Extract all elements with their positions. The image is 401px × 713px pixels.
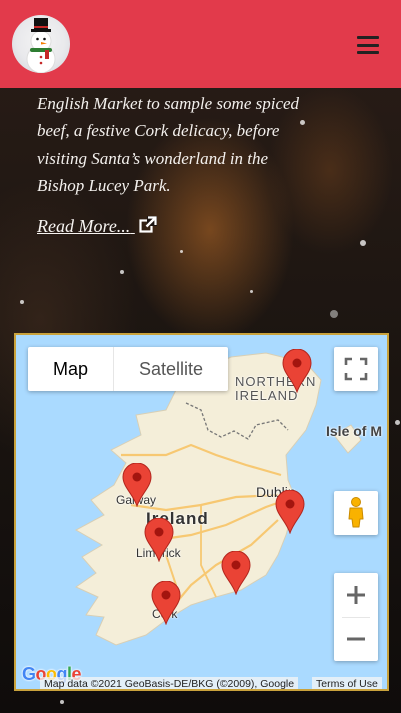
article-intro: English Market to sample some spiced bee…: [37, 90, 367, 199]
hamburger-menu-icon[interactable]: [357, 36, 379, 54]
zoom-in-button[interactable]: [334, 573, 378, 617]
cork-marker[interactable]: [151, 580, 181, 626]
zoom-control: [334, 573, 378, 661]
map-type-satellite-button[interactable]: Satellite: [114, 347, 228, 391]
site-header: [0, 0, 401, 88]
waterford-marker[interactable]: [221, 550, 251, 596]
fullscreen-icon: [344, 357, 368, 381]
map-type-control: Map Satellite: [28, 347, 229, 391]
intro-line: visiting Santa’s wonderland in the: [37, 148, 269, 168]
map-attribution: Map data ©2021 GeoBasis-DE/BKG (©2009), …: [40, 677, 299, 689]
google-map[interactable]: NORTHERN IRELAND Isle of M Dublin Irelan…: [14, 333, 389, 691]
dublin-marker[interactable]: [275, 489, 305, 535]
intro-line: English Market to sample some spiced: [37, 94, 300, 113]
zoom-out-button[interactable]: [334, 617, 378, 661]
street-view-button[interactable]: [334, 491, 378, 535]
map-type-map-button[interactable]: Map: [28, 347, 115, 391]
galway-marker[interactable]: [122, 462, 152, 508]
intro-line: beef, a festive Cork delicacy, before: [37, 121, 280, 141]
external-link-icon: [139, 216, 157, 233]
map-label-isle-of-man: Isle of M: [326, 423, 383, 439]
pegman-street-view-icon: [348, 497, 364, 528]
belfast-marker[interactable]: [282, 348, 312, 394]
read-more-link[interactable]: Read More...: [37, 216, 157, 237]
read-more-label: Read More...: [37, 216, 131, 236]
intro-line: Bishop Lucey Park.: [37, 175, 171, 195]
terms-of-use-link[interactable]: Terms of Use: [312, 677, 382, 689]
snowman-logo-icon[interactable]: [12, 15, 70, 73]
fullscreen-button[interactable]: [334, 347, 378, 391]
limerick-marker[interactable]: [144, 517, 174, 563]
